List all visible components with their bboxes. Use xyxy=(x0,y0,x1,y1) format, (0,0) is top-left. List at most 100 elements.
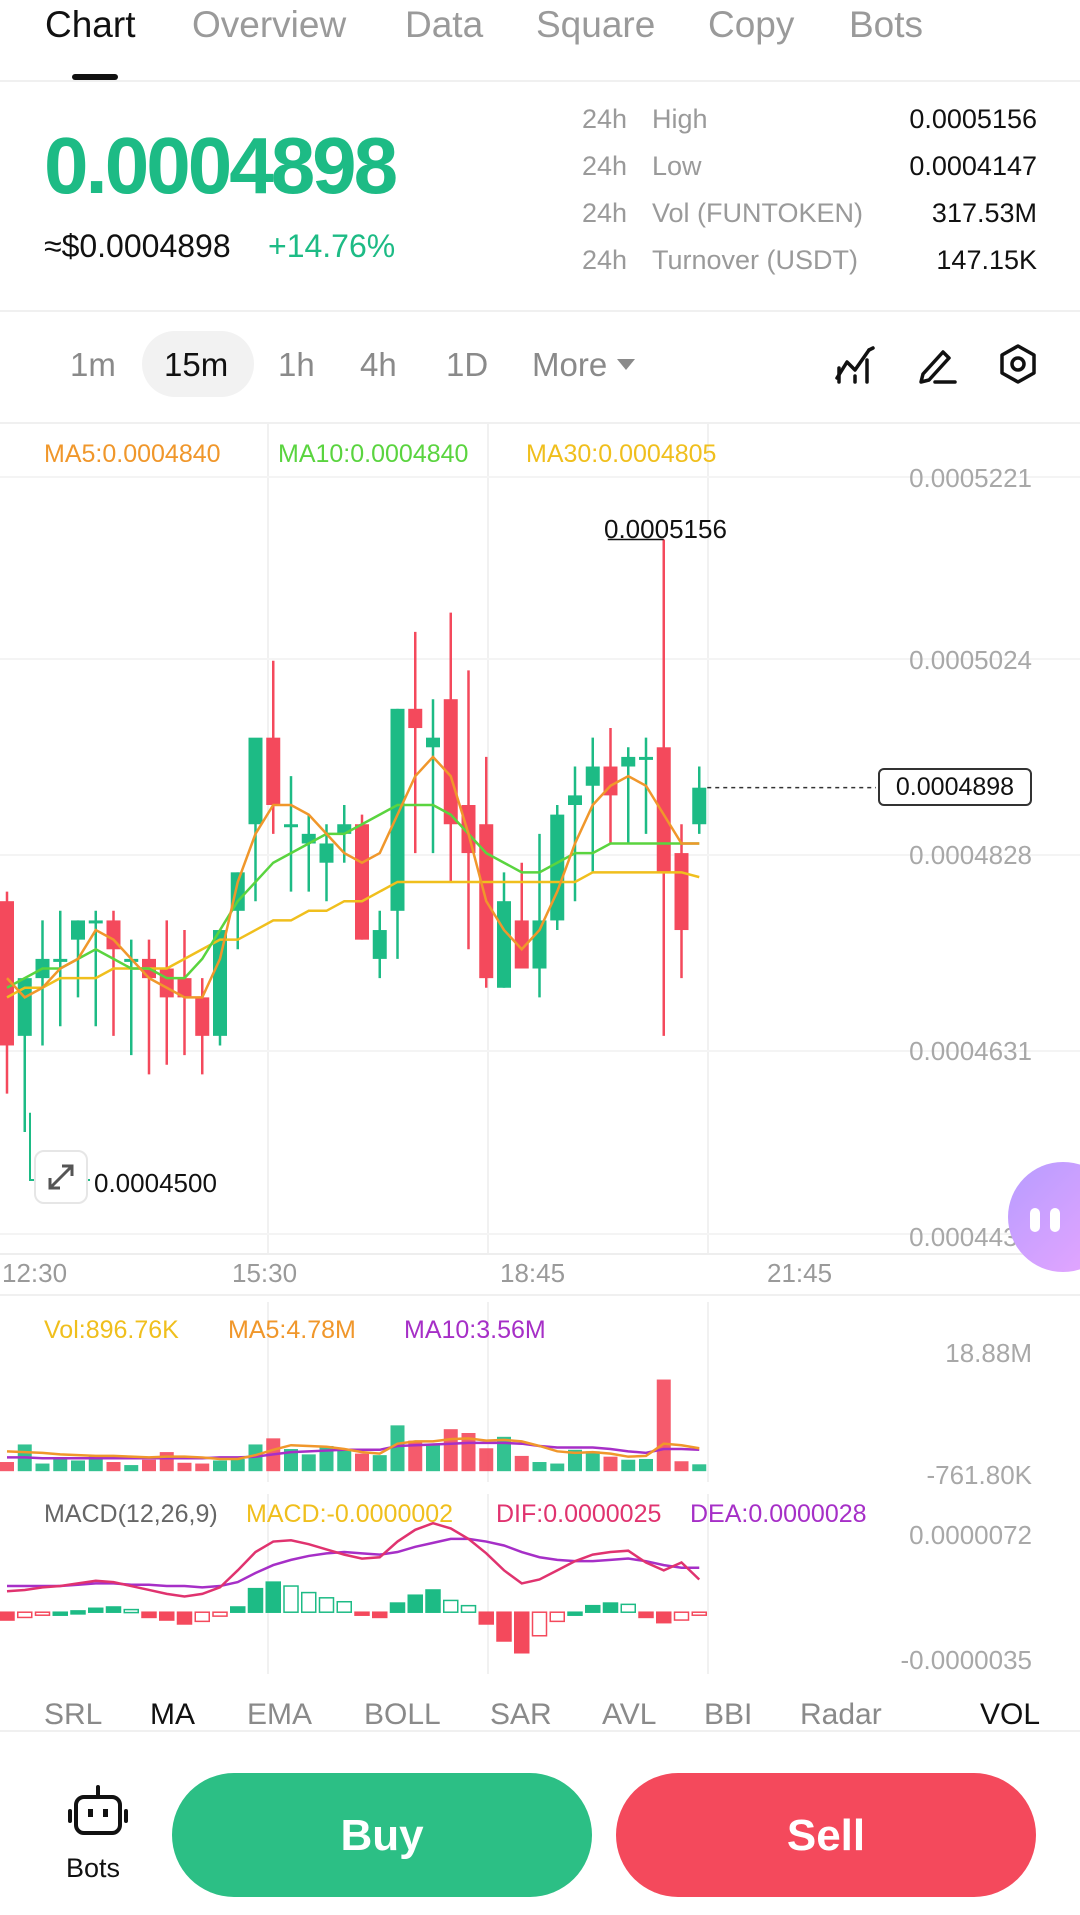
stat-label: High xyxy=(652,104,708,134)
macd-histogram-bar xyxy=(567,1611,583,1616)
time-axis-label: 21:45 xyxy=(767,1258,833,1288)
indicator-tab-bbi[interactable]: BBI xyxy=(704,1698,752,1732)
volume-bar xyxy=(585,1451,600,1472)
stat-value: 147.15K xyxy=(936,245,1037,275)
indicator-tab-ema[interactable]: EMA xyxy=(247,1698,312,1732)
candle-body xyxy=(639,756,653,760)
interval-4h[interactable]: 4h xyxy=(360,346,397,384)
candle-body xyxy=(284,824,298,828)
volume-bar xyxy=(443,1429,458,1472)
stat-value: 0.0005156 xyxy=(909,104,1037,134)
active-tab-indicator xyxy=(72,74,118,80)
ma10-legend: MA10:0.0004840 xyxy=(278,440,469,468)
volume-bar xyxy=(337,1449,352,1472)
volume-bar xyxy=(301,1454,316,1472)
draw-pen-icon[interactable] xyxy=(915,342,959,386)
caret-down-icon xyxy=(617,358,636,370)
macd-histogram-bar xyxy=(514,1611,530,1654)
vol-ma5-legend: MA5:4.78M xyxy=(228,1316,356,1344)
time-axis-label: 15:30 xyxy=(232,1258,298,1288)
interval-15m[interactable]: 15m xyxy=(164,346,228,384)
macd-histogram-bar xyxy=(194,1611,210,1623)
candle-body xyxy=(372,930,387,959)
macd-histogram-bar xyxy=(105,1606,122,1613)
stat-value: 317.53M xyxy=(931,198,1037,228)
indicator-tab-srl[interactable]: SRL xyxy=(44,1698,102,1732)
volume-bar xyxy=(159,1452,174,1472)
stat-label: Turnover (USDT) xyxy=(652,245,859,275)
candle-body xyxy=(443,699,458,825)
indicator-tab-sar[interactable]: SAR xyxy=(490,1698,552,1732)
tab-overview[interactable]: Overview xyxy=(192,4,346,46)
volume-bar xyxy=(692,1464,707,1472)
candle-body xyxy=(390,708,405,911)
macd-histogram-bar xyxy=(460,1604,477,1613)
top-tab-bar: Chart Overview Data Square Copy Bots xyxy=(0,0,1080,82)
indicator-tab-avl[interactable]: AVL xyxy=(602,1698,656,1732)
tab-copy[interactable]: Copy xyxy=(708,4,794,46)
candle-body xyxy=(355,824,369,940)
settings-hexagon-icon[interactable] xyxy=(996,342,1040,386)
candle-body xyxy=(692,787,707,825)
macd-histogram-bar xyxy=(602,1602,619,1613)
volume-bar xyxy=(479,1448,494,1472)
macd-histogram-bar xyxy=(141,1611,157,1619)
buy-button[interactable]: Buy xyxy=(172,1773,592,1897)
volume-bar xyxy=(106,1462,121,1472)
volume-axis-label: -761.80K xyxy=(926,1460,1032,1490)
macd-histogram-bar xyxy=(656,1611,672,1624)
tab-chart[interactable]: Chart xyxy=(45,4,135,46)
interval-more-dropdown[interactable]: More xyxy=(532,346,636,384)
stats-panel: 24h High 0.0005156 24h Low 0.0004147 24h… xyxy=(582,104,1037,292)
indicator-tab-radar[interactable]: Radar xyxy=(800,1698,882,1732)
candle-body xyxy=(213,930,227,1036)
macd-histogram-bar xyxy=(354,1611,370,1616)
indicator-icon[interactable] xyxy=(833,342,877,386)
interval-1d[interactable]: 1D xyxy=(446,346,488,384)
macd-histogram-bar xyxy=(549,1611,565,1623)
volume-bar xyxy=(355,1453,369,1472)
stat-period: 24h xyxy=(582,198,628,228)
volume-bar xyxy=(142,1459,156,1472)
tab-bots[interactable]: Bots xyxy=(849,4,923,46)
candle-body xyxy=(621,756,636,767)
interval-1m[interactable]: 1m xyxy=(70,346,116,384)
last-price-marker: 0.0004898 xyxy=(878,768,1032,806)
macd-value-legend: MACD:-0.0000002 xyxy=(246,1500,454,1528)
volume-bar xyxy=(426,1444,440,1472)
tab-square[interactable]: Square xyxy=(536,4,655,46)
stat-label: Vol (FUNTOKEN) xyxy=(652,198,864,228)
macd-histogram-bar xyxy=(301,1591,317,1613)
time-axis-label: 18:45 xyxy=(500,1258,566,1288)
macd-histogram-bar xyxy=(389,1602,406,1613)
stat-row-low: 24h Low 0.0004147 xyxy=(582,151,1037,198)
indicator-tab-vol[interactable]: VOL xyxy=(980,1698,1040,1732)
expand-chart-button[interactable] xyxy=(34,1150,88,1204)
bots-button[interactable] xyxy=(62,1785,134,1844)
indicator-tab-ma[interactable]: MA xyxy=(150,1698,195,1732)
macd-histogram-bar xyxy=(673,1611,690,1621)
volume-bar xyxy=(124,1465,139,1472)
macd-histogram-bar xyxy=(70,1610,86,1615)
volume-bar xyxy=(621,1459,636,1472)
bubble-eye xyxy=(1030,1208,1040,1232)
stat-row-volume: 24h Vol (FUNTOKEN) 317.53M xyxy=(582,198,1037,245)
macd-histogram-bar xyxy=(691,1611,707,1616)
macd-histogram-bar xyxy=(425,1589,441,1613)
volume-bar xyxy=(674,1461,689,1472)
candle-body xyxy=(159,968,174,998)
volume-bar xyxy=(35,1463,50,1472)
sell-button[interactable]: Sell xyxy=(616,1773,1036,1897)
interval-1h[interactable]: 1h xyxy=(278,346,315,384)
macd-histogram-bar xyxy=(230,1606,246,1613)
macd-histogram-bar xyxy=(212,1611,228,1617)
indicator-tab-boll[interactable]: BOLL xyxy=(364,1698,441,1732)
tab-data[interactable]: Data xyxy=(405,4,483,46)
price-axis-label: 0.0005221 xyxy=(909,463,1032,493)
volume-bar xyxy=(639,1458,653,1472)
candle-body xyxy=(656,747,671,873)
macd-histogram-bar xyxy=(585,1604,601,1613)
macd-histogram-bar xyxy=(17,1611,33,1619)
divider xyxy=(0,310,1080,312)
dea-legend: DEA:0.0000028 xyxy=(690,1500,867,1528)
